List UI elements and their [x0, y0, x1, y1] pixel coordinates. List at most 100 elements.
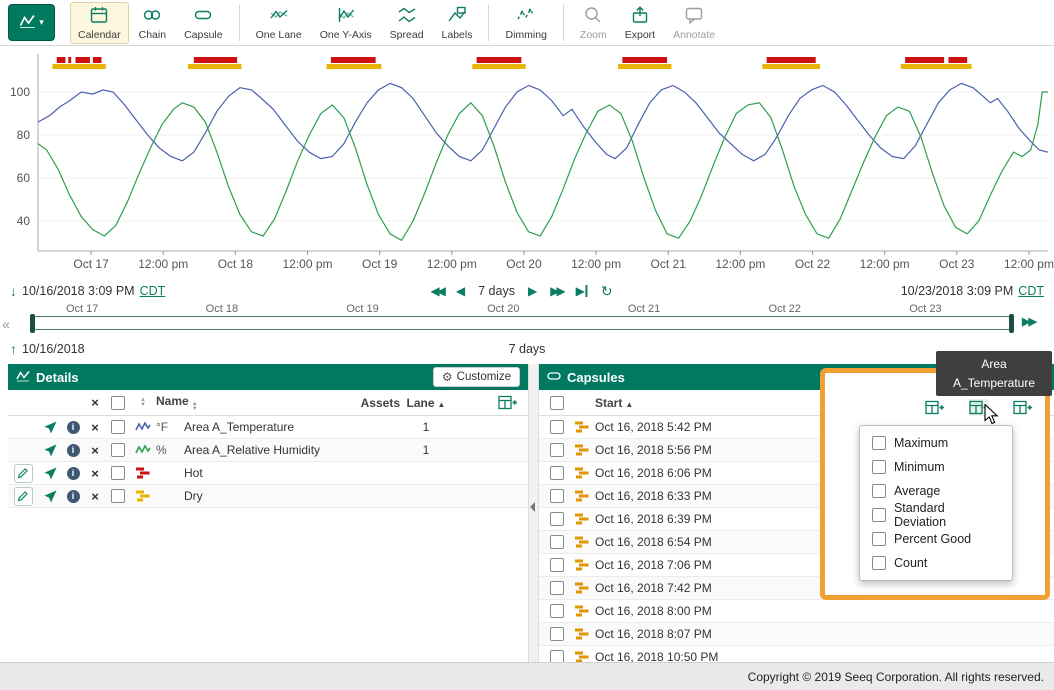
stats-menu-item-standard-deviation[interactable]: Standard Deviation [860, 503, 1012, 527]
pin-icon[interactable] [38, 490, 62, 503]
toolbar-button-calendar[interactable]: Calendar [70, 2, 129, 44]
stat-checkbox[interactable] [872, 460, 886, 474]
overview-slider-track[interactable] [30, 316, 1014, 330]
capsule-row[interactable]: Oct 16, 2018 8:07 PM [539, 623, 1054, 646]
capsule-row[interactable]: Oct 16, 2018 8:00 PM [539, 600, 1054, 623]
capsules-select-all-checkbox[interactable] [550, 396, 564, 410]
select-all-checkbox[interactable] [111, 396, 125, 410]
stat-checkbox[interactable] [872, 556, 886, 570]
statistics-dropdown-menu: Maximum Minimum Average Standard Deviati… [859, 425, 1013, 581]
info-icon[interactable]: i [62, 444, 84, 457]
toolbar-button-labels[interactable]: Labels [434, 2, 481, 44]
step-to-now-icon[interactable]: ▶ [576, 285, 588, 297]
step-back-full-icon[interactable]: ◀◀ [430, 285, 442, 297]
overview-expand-icon[interactable]: ▶▶ [1022, 315, 1035, 328]
remove-icon[interactable]: × [84, 444, 106, 457]
capsule-checkbox[interactable] [550, 650, 564, 662]
row-checkbox[interactable] [111, 466, 125, 480]
info-icon[interactable]: i [62, 421, 84, 434]
annotate-icon [684, 5, 704, 28]
details-row[interactable]: i × Hot [8, 462, 528, 485]
add-column-icon[interactable] [925, 399, 945, 416]
add-property-column-icon[interactable] [1013, 399, 1033, 416]
details-row[interactable]: i × Dry [8, 485, 528, 508]
overview-slider-left-handle[interactable] [30, 314, 35, 333]
row-checkbox[interactable] [111, 420, 125, 434]
remove-all-icon[interactable]: × [84, 396, 106, 409]
capsule-checkbox[interactable] [550, 581, 564, 595]
svg-text:Oct 20: Oct 20 [506, 257, 542, 271]
toolbar-button-zoom[interactable]: Zoom [572, 2, 615, 44]
condition-icon [569, 444, 595, 456]
range-duration[interactable]: 7 days [478, 284, 515, 298]
capsule-checkbox[interactable] [550, 489, 564, 503]
type-sort-header[interactable]: ▲▼ [130, 398, 156, 408]
investigate-start-arrow-icon: ↑ [10, 341, 17, 357]
chain-icon [142, 5, 162, 28]
stat-checkbox[interactable] [872, 508, 886, 522]
toolbar-button-one-lane[interactable]: One Lane [248, 2, 310, 44]
customize-button[interactable]: ⚙ Customize [433, 367, 520, 387]
details-row[interactable]: i × °F Area A_Temperature 1 [8, 416, 528, 439]
toolbar-button-dimming[interactable]: Dimming [497, 2, 554, 44]
calendar-icon [89, 5, 109, 28]
capsule-checkbox[interactable] [550, 627, 564, 641]
details-row[interactable]: i × % Area A_Relative Humidity 1 [8, 439, 528, 462]
stat-checkbox[interactable] [872, 484, 886, 498]
panel-splitter[interactable] [528, 364, 539, 662]
step-back-half-icon[interactable]: ◀ [456, 285, 465, 297]
refresh-icon[interactable]: ↻ [601, 284, 613, 298]
toolbar-button-capsule[interactable]: Capsule [176, 2, 231, 44]
stats-menu-item-minimum[interactable]: Minimum [860, 455, 1012, 479]
stat-checkbox[interactable] [872, 532, 886, 546]
info-icon[interactable]: i [62, 467, 84, 480]
edit-icon[interactable] [14, 487, 33, 506]
svg-text:Oct 17: Oct 17 [73, 257, 109, 271]
row-checkbox[interactable] [111, 489, 125, 503]
remove-icon[interactable]: × [84, 467, 106, 480]
remove-icon[interactable]: × [84, 490, 106, 503]
capsule-checkbox[interactable] [550, 466, 564, 480]
capsule-checkbox[interactable] [550, 604, 564, 618]
lane-column-header[interactable]: Lane▲ [400, 396, 452, 410]
item-name: Area A_Temperature [184, 420, 340, 434]
toolbar-button-annotate[interactable]: Annotate [665, 2, 723, 44]
row-checkbox[interactable] [111, 443, 125, 457]
pin-icon[interactable] [38, 467, 62, 480]
step-forward-full-icon[interactable]: ▶▶ [550, 285, 562, 297]
stats-menu-item-percent-good[interactable]: Percent Good [860, 527, 1012, 551]
timezone-link[interactable]: CDT [140, 284, 166, 298]
lane-value: 1 [400, 420, 452, 434]
capsule-checkbox[interactable] [550, 535, 564, 549]
capsule-checkbox[interactable] [550, 558, 564, 572]
name-column-header[interactable]: Name▲▼ [156, 394, 340, 412]
pin-icon[interactable] [38, 421, 62, 434]
svg-text:12:00 pm: 12:00 pm [283, 257, 333, 271]
trend-chart[interactable]: 100806040 Oct 1712:00 pmOct 1812:00 pmOc… [0, 46, 1054, 278]
step-forward-half-icon[interactable]: ▶ [528, 285, 537, 297]
range-end-datetime: 10/23/2018 3:09 PM [901, 284, 1014, 298]
condition-icon [569, 421, 595, 433]
info-icon[interactable]: i [62, 490, 84, 503]
details-columns-icon[interactable] [498, 394, 518, 411]
remove-icon[interactable]: × [84, 421, 106, 434]
overview-slider-right-handle[interactable] [1009, 314, 1014, 333]
assets-column-header[interactable]: Assets [340, 396, 400, 410]
stats-menu-item-average[interactable]: Average [860, 479, 1012, 503]
stat-checkbox[interactable] [872, 436, 886, 450]
stats-menu-item-maximum[interactable]: Maximum [860, 431, 1012, 455]
capsule-checkbox[interactable] [550, 420, 564, 434]
capsule-checkbox[interactable] [550, 512, 564, 526]
toolbar-button-chain[interactable]: Chain [131, 2, 174, 44]
toolbar-button-export[interactable]: Export [617, 2, 663, 44]
capsule-checkbox[interactable] [550, 443, 564, 457]
timezone-link[interactable]: CDT [1018, 284, 1044, 298]
pin-icon[interactable] [38, 444, 62, 457]
toolbar-button-one-y-axis[interactable]: One Y-Axis [312, 2, 380, 44]
edit-icon[interactable] [14, 464, 33, 483]
trend-view-button[interactable]: ▾ [8, 4, 55, 41]
stats-menu-item-count[interactable]: Count [860, 551, 1012, 575]
condition-icon [569, 536, 595, 548]
capsule-row[interactable]: Oct 16, 2018 10:50 PM [539, 646, 1054, 662]
toolbar-button-spread[interactable]: Spread [382, 2, 432, 44]
